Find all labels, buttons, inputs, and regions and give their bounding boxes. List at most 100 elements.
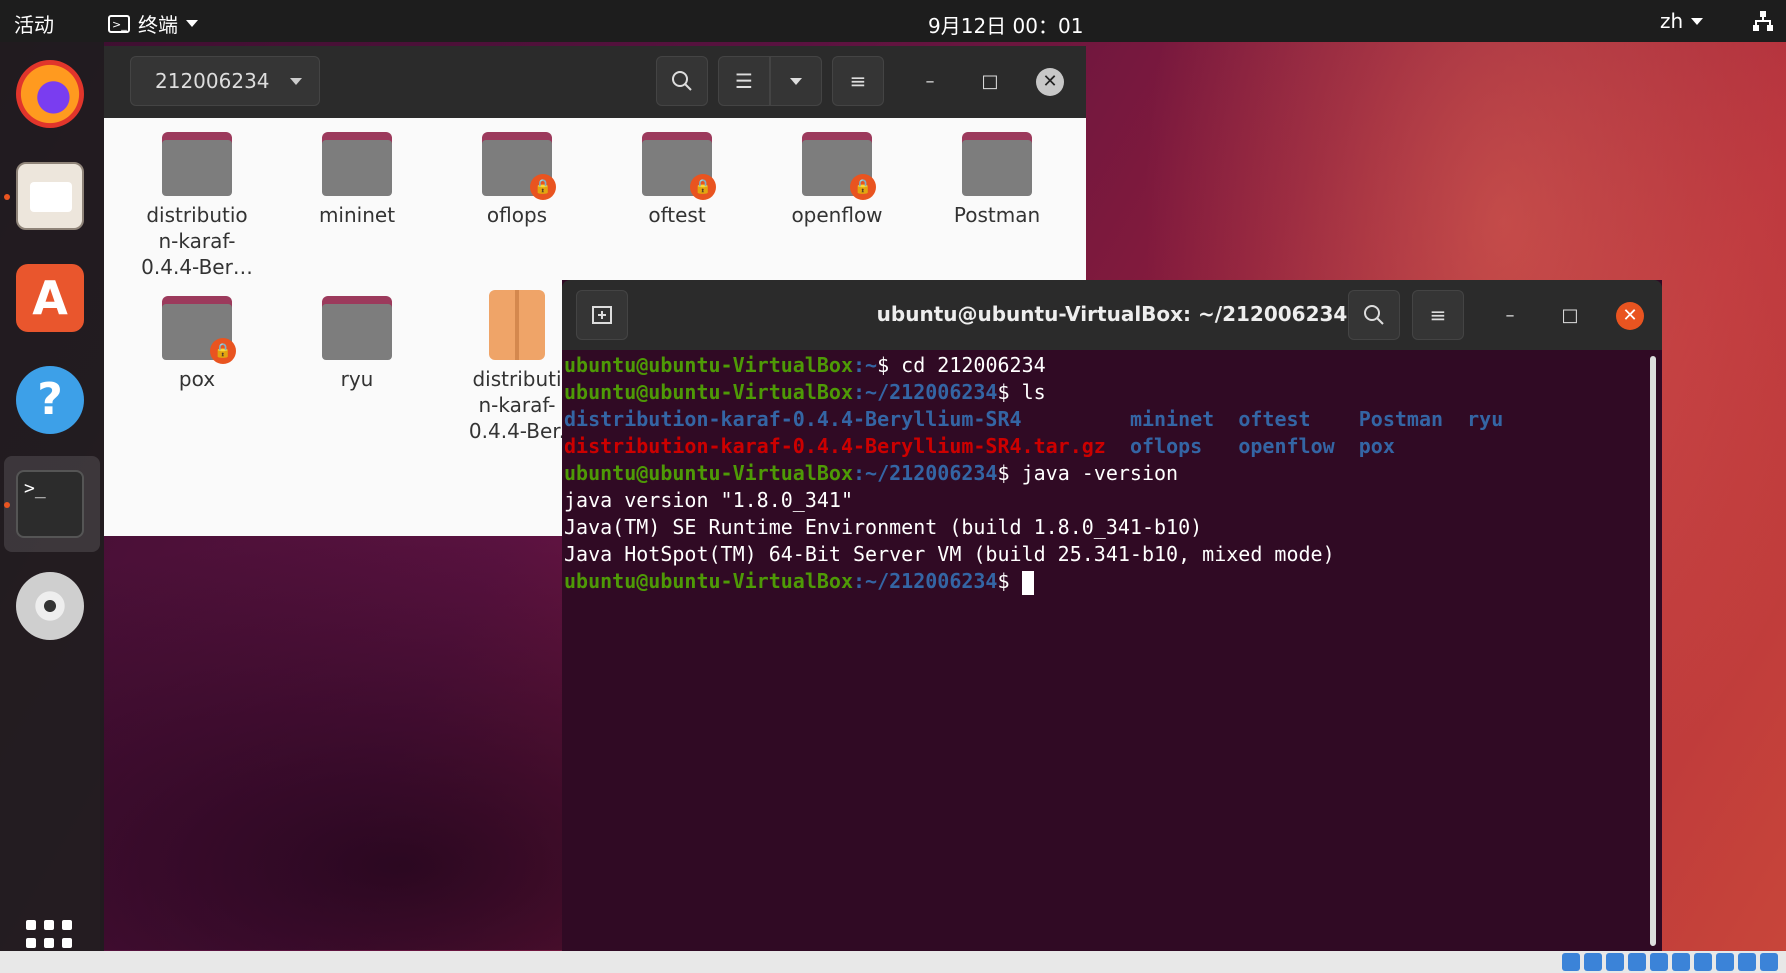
lock-icon: 🔒 [690, 174, 716, 200]
menu-button[interactable]: ≡ [832, 56, 884, 106]
path-label: 212006234 [155, 69, 270, 93]
ls-entry: distribution-karaf-0.4.4-Beryllium-SR4.t… [564, 434, 1106, 458]
lock-icon: 🔒 [210, 338, 236, 364]
archive-icon [489, 290, 545, 360]
output-line: java version "1.8.0_341" [564, 488, 853, 512]
prompt-path: :~/212006234 [852, 380, 998, 404]
prompt-user: ubuntu@ubuntu-VirtualBox [564, 353, 853, 377]
usb-icon[interactable] [1650, 953, 1668, 971]
terminal-header: ubuntu@ubuntu-VirtualBox: ~/212006234 ≡ … [562, 280, 1662, 350]
new-tab-button[interactable] [576, 290, 628, 340]
cpu-icon[interactable] [1738, 953, 1756, 971]
maximize-button[interactable]: □ [1556, 302, 1584, 330]
file-manager-header: 212006234 ☰ ≡ – □ ✕ [104, 46, 1086, 118]
vm-status-bar [0, 951, 1786, 973]
path-bar[interactable]: 212006234 [130, 56, 320, 106]
terminal-icon: >_ [108, 14, 130, 33]
file-item[interactable]: 🔒 pox [122, 296, 272, 392]
prompt-path: :~/212006234 [852, 461, 998, 485]
activities-button[interactable]: 活动 [14, 9, 54, 38]
scrollbar[interactable] [1650, 356, 1656, 946]
terminal-window: ubuntu@ubuntu-VirtualBox: ~/212006234 ≡ … [562, 280, 1662, 951]
file-item[interactable]: mininet [282, 132, 432, 228]
network-adapter-icon[interactable] [1628, 953, 1646, 971]
firefox-icon[interactable] [16, 60, 84, 128]
command: $ cd 212006234 [877, 353, 1046, 377]
hamburger-icon: ≡ [1429, 303, 1447, 327]
hard-disk-icon[interactable] [1562, 953, 1580, 971]
folder-icon [322, 296, 392, 360]
language-selector[interactable]: zh [1660, 9, 1704, 33]
folder-icon: 🔒 [802, 132, 876, 200]
folder-icon [962, 132, 1032, 196]
minimize-button[interactable]: – [1496, 302, 1524, 330]
folder-icon: 🔒 [642, 132, 716, 200]
shared-folder-icon[interactable] [1672, 953, 1690, 971]
file-item[interactable]: 🔒 openflow [762, 132, 912, 228]
file-label: oftest [648, 203, 706, 227]
running-indicator [4, 194, 10, 200]
network-icon[interactable] [1752, 10, 1774, 32]
audio-icon[interactable] [1606, 953, 1624, 971]
clock[interactable]: 9月12日 00：01 [928, 10, 1083, 39]
disc-icon[interactable] [16, 572, 84, 640]
folder-icon [162, 132, 232, 196]
app-menu[interactable]: >_ 终端 [108, 9, 198, 38]
output-line: Java HotSpot(TM) 64-Bit Server VM (build… [564, 542, 1335, 566]
help-icon[interactable]: ? [16, 366, 84, 434]
search-button[interactable] [656, 56, 708, 106]
chevron-down-icon [186, 20, 198, 27]
keyboard-icon[interactable] [1760, 953, 1778, 971]
folder-icon: 🔒 [162, 296, 236, 364]
search-icon [1364, 305, 1384, 325]
command: $ ls [997, 380, 1046, 404]
prompt-user: ubuntu@ubuntu-VirtualBox [564, 461, 853, 485]
terminal-icon[interactable]: >_ [16, 470, 84, 538]
prompt-path: :~ [852, 353, 878, 377]
file-label: ryu [340, 367, 374, 391]
close-button[interactable]: ✕ [1616, 302, 1644, 330]
prompt-user: ubuntu@ubuntu-VirtualBox [564, 380, 853, 404]
terminal-title: ubuntu@ubuntu-VirtualBox: ~/212006234 [876, 302, 1348, 326]
file-item[interactable]: 🔒 oftest [602, 132, 752, 228]
output-line: Java(TM) SE Runtime Environment (build 1… [564, 515, 1203, 539]
view-options-button[interactable] [770, 56, 822, 106]
dock: A ? >_ [0, 42, 104, 966]
file-item[interactable]: Postman [922, 132, 1072, 228]
minimize-button[interactable]: – [916, 68, 944, 96]
folder-icon: 🔒 [482, 132, 556, 200]
file-label: Postman [953, 203, 1041, 227]
command: $ java -version [997, 461, 1179, 485]
ls-entry: mininet [1129, 407, 1215, 431]
close-button[interactable]: ✕ [1036, 68, 1064, 96]
files-icon[interactable] [16, 162, 84, 230]
running-indicator [4, 502, 10, 508]
maximize-button[interactable]: □ [976, 68, 1004, 96]
ls-entry: pox [1358, 434, 1395, 458]
new-tab-icon [592, 306, 612, 324]
language-label: zh [1660, 9, 1684, 33]
text-cursor [1021, 570, 1034, 595]
lock-icon: 🔒 [530, 174, 556, 200]
search-icon [672, 71, 692, 91]
recording-icon[interactable] [1716, 953, 1734, 971]
file-item[interactable]: distributio n-karaf- 0.4.4-Ber… [122, 132, 272, 280]
app-menu-label: 终端 [138, 13, 178, 37]
file-item[interactable]: ryu [282, 296, 432, 392]
list-view-button[interactable]: ☰ [718, 56, 770, 106]
hamburger-icon: ≡ [849, 69, 867, 93]
search-button[interactable] [1348, 290, 1400, 340]
terminal-output[interactable]: ubuntu@ubuntu-VirtualBox:~$ cd 212006234… [564, 352, 1634, 942]
software-store-icon[interactable]: A [16, 264, 84, 332]
file-label: distributio n-karaf- 0.4.4-Ber… [141, 203, 253, 279]
menu-button[interactable]: ≡ [1412, 290, 1464, 340]
ls-entry: openflow [1238, 434, 1335, 458]
list-icon: ☰ [735, 69, 753, 93]
optical-drive-icon[interactable] [1584, 953, 1602, 971]
lock-icon: 🔒 [850, 174, 876, 200]
file-item[interactable]: 🔒 oflops [442, 132, 592, 228]
display-icon[interactable] [1694, 953, 1712, 971]
vm-status-tray [1562, 953, 1778, 971]
ls-entry: oflops [1129, 434, 1203, 458]
ls-entry: distribution-karaf-0.4.4-Beryllium-SR4 [564, 407, 1022, 431]
